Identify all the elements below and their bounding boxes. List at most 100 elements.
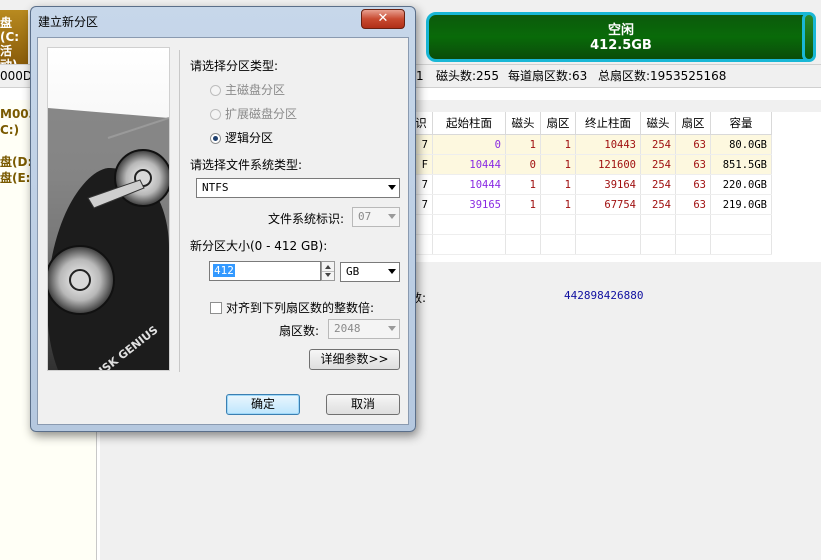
chevron-down-icon <box>388 326 396 331</box>
cell-end-sector: 63 <box>675 174 711 195</box>
details-panel <box>410 262 821 560</box>
cell-end-head: 254 <box>640 134 676 155</box>
col-header-sector[interactable]: 扇区 <box>540 112 576 135</box>
radio-logical-label: 逻辑分区 <box>225 131 274 145</box>
partition-table: 识 起始柱面 磁头 扇区 终止柱面 磁头 扇区 容量 7 0 1 1 10443… <box>410 112 821 262</box>
fs-type-select[interactable]: NTFS <box>196 178 400 198</box>
radio-primary-partition[interactable]: 主磁盘分区 <box>210 81 285 98</box>
sector-count-select[interactable]: 2048 <box>328 319 400 339</box>
dialog-body: DISK GENIUS 请选择分区类型: 主磁盘分区 扩展磁盘分区 逻辑分区 请… <box>37 37 409 425</box>
cell-end-cyl: 67754 <box>575 194 641 215</box>
close-button[interactable]: ✕ <box>361 9 405 29</box>
cell-end-sector: 63 <box>675 154 711 175</box>
vertical-divider <box>179 50 180 372</box>
partition-c-line-2: 活动) <box>0 44 18 64</box>
cell-start-cyl: 0 <box>432 134 506 155</box>
chevron-down-icon[interactable] <box>322 271 334 280</box>
cell-start-cyl: 10444 <box>432 174 506 195</box>
chevron-down-icon <box>388 269 396 274</box>
radio-extended-partition[interactable]: 扩展磁盘分区 <box>210 105 297 122</box>
disk-heads: 磁头数:255 <box>436 69 499 83</box>
disk-digit-fragment: 1 <box>416 69 424 83</box>
col-header-capacity[interactable]: 容量 <box>710 112 772 135</box>
cell-start-cyl: 10444 <box>432 154 506 175</box>
sector-count-label: 扇区数: <box>279 324 320 338</box>
dialog-title: 建立新分区 <box>38 15 99 29</box>
sector-count-value: 2048 <box>334 322 361 335</box>
new-partition-dialog: 建立新分区 ✕ DISK GENIUS 请选择分区类型: 主磁盘分区 扩展磁盘分… <box>30 6 416 432</box>
align-checkbox-row[interactable]: 对齐到下列扇区数的整数倍: <box>210 299 374 316</box>
table-row-empty <box>410 214 772 235</box>
cell-sector: 1 <box>540 194 576 215</box>
col-header-head[interactable]: 磁头 <box>505 112 541 135</box>
partition-type-label: 请选择分区类型: <box>190 59 279 73</box>
details-button[interactable]: 详细参数>> <box>309 349 400 370</box>
cell-sector: 1 <box>540 154 576 175</box>
cell-end-cyl: 121600 <box>575 154 641 175</box>
fs-id-value: 07 <box>358 210 372 223</box>
cell-end-sector: 63 <box>675 134 711 155</box>
radio-circle <box>210 109 221 120</box>
free-space-block[interactable]: 空闲 412.5GB <box>426 12 816 62</box>
cell-sector: 1 <box>540 134 576 155</box>
tree-item-d[interactable]: 盘(D: <box>0 154 32 170</box>
cell-capacity: 851.5GB <box>710 154 772 175</box>
col-header-end-head[interactable]: 磁头 <box>640 112 676 135</box>
cell-end-head: 254 <box>640 194 676 215</box>
col-header-end-sector[interactable]: 扇区 <box>675 112 711 135</box>
radio-extended-label: 扩展磁盘分区 <box>225 107 298 121</box>
disk-genius-artwork: DISK GENIUS <box>47 47 170 371</box>
free-space-cap <box>802 12 816 62</box>
cell-end-sector: 63 <box>675 194 711 215</box>
cancel-button[interactable]: 取消 <box>326 394 400 415</box>
table-row[interactable]: 7 39165 1 1 67754 254 63 219.0GB <box>410 194 772 215</box>
chevron-down-icon <box>388 185 396 190</box>
cell-capacity: 219.0GB <box>710 194 772 215</box>
fs-type-label: 请选择文件系统类型: <box>190 158 303 172</box>
disk-total-sectors: 总扇区数:1953525168 <box>598 69 727 83</box>
size-unit-value: GB <box>346 265 360 278</box>
size-label: 新分区大小(0 - 412 GB): <box>190 239 328 253</box>
partition-c-block[interactable]: 盘(C: 活动) GB <box>0 10 28 64</box>
radio-circle-selected <box>210 133 221 144</box>
table-header-row: 识 起始柱面 磁头 扇区 终止柱面 磁头 扇区 容量 <box>410 112 772 135</box>
close-icon: ✕ <box>377 11 389 26</box>
tree-item-c[interactable]: C:) <box>0 122 19 138</box>
radio-logical-partition[interactable]: 逻辑分区 <box>210 129 273 146</box>
cell-head: 1 <box>505 194 541 215</box>
free-space-label: 空闲 <box>607 23 634 38</box>
cell-head: 1 <box>505 134 541 155</box>
free-space-size: 412.5GB <box>590 38 652 53</box>
col-header-start-cyl[interactable]: 起始柱面 <box>432 112 506 135</box>
cell-end-cyl: 10443 <box>575 134 641 155</box>
cell-sector: 1 <box>540 174 576 195</box>
fs-id-label: 文件系统标识: <box>268 212 345 226</box>
disk-sectors-per-track: 每道扇区数:63 <box>508 69 588 83</box>
align-checkbox[interactable] <box>210 302 222 314</box>
size-stepper[interactable] <box>321 261 335 281</box>
radio-circle <box>210 85 221 96</box>
fs-id-select[interactable]: 07 <box>352 207 400 227</box>
ok-button[interactable]: 确定 <box>226 394 300 415</box>
table-row[interactable]: 7 10444 1 1 39164 254 63 220.0GB <box>410 174 772 195</box>
cell-head: 1 <box>505 174 541 195</box>
align-label: 对齐到下列扇区数的整数倍: <box>226 301 375 315</box>
table-row-empty <box>410 234 772 255</box>
tree-item-e[interactable]: 盘(E: <box>0 170 30 186</box>
col-header-end-cyl[interactable]: 终止柱面 <box>575 112 641 135</box>
hard-drive-icon: DISK GENIUS <box>48 108 169 370</box>
cell-end-head: 254 <box>640 154 676 175</box>
cell-capacity: 220.0GB <box>710 174 772 195</box>
sector-info-value: 442898426880 <box>564 289 644 302</box>
size-input[interactable]: 412 <box>209 261 321 281</box>
fs-type-value: NTFS <box>202 181 229 194</box>
size-value: 412 <box>213 264 235 277</box>
cell-end-head: 254 <box>640 174 676 195</box>
cell-end-cyl: 39164 <box>575 174 641 195</box>
table-row[interactable]: 7 0 1 1 10443 254 63 80.0GB <box>410 134 772 155</box>
size-unit-select[interactable]: GB <box>340 262 400 282</box>
radio-primary-label: 主磁盘分区 <box>225 83 286 97</box>
cell-start-cyl: 39165 <box>432 194 506 215</box>
partition-c-line-1: 盘(C: <box>0 16 20 44</box>
table-row[interactable]: F 10444 0 1 121600 254 63 851.5GB <box>410 154 772 175</box>
